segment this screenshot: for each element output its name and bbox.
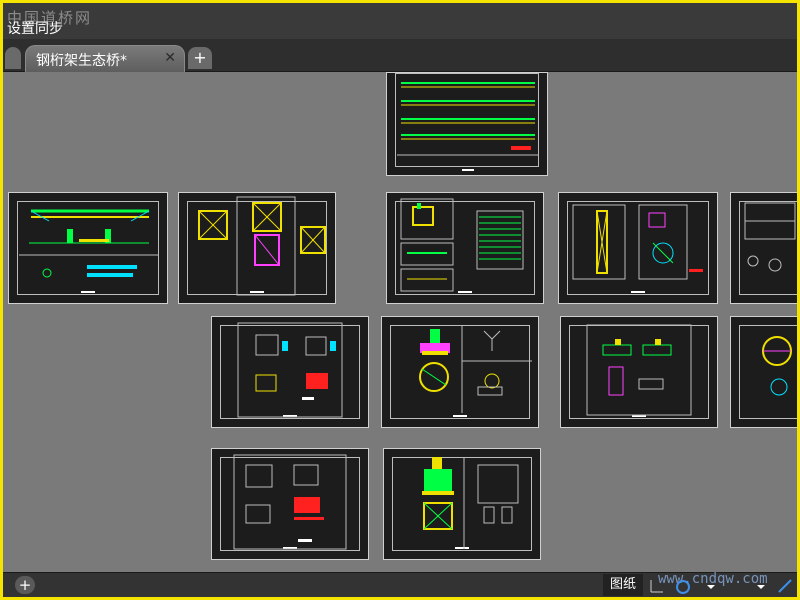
dropdown-icon[interactable] (757, 585, 765, 589)
start-tab[interactable] (5, 47, 21, 69)
layout-sheet[interactable] (178, 192, 336, 304)
close-icon[interactable]: ✕ (164, 50, 176, 66)
new-tab-button[interactable]: + (188, 47, 212, 69)
paper-space-toggle[interactable]: 图纸 (603, 574, 643, 596)
tab-label: 钢桁架生态桥* (36, 53, 127, 69)
status-bar: + 图纸 www.cndqw.com (3, 571, 797, 598)
scale-icon[interactable] (778, 579, 792, 593)
drawing-canvas[interactable] (3, 72, 797, 572)
layout-sheet[interactable] (730, 316, 797, 428)
status-icon-tray (645, 576, 795, 596)
layout-sheet[interactable] (211, 448, 369, 560)
sheet-drawing (586, 324, 692, 416)
document-tab-bar: 钢桁架生态桥* ✕ + (3, 39, 797, 72)
sheet-drawing (572, 204, 703, 280)
add-layout-button[interactable]: + (15, 576, 35, 594)
layout-sheet[interactable] (730, 192, 797, 304)
ucs-axis-icon[interactable] (650, 580, 663, 593)
top-menu-bar: 中国道桥网 设置同步 (3, 3, 797, 39)
sheet-drawing (762, 336, 792, 396)
sheet-drawing (237, 322, 343, 418)
layout-sheet[interactable] (386, 72, 548, 176)
layout-sheet[interactable] (558, 192, 718, 304)
sheet-drawing (419, 325, 532, 413)
layout-sheet[interactable] (386, 192, 544, 304)
sheet-drawing (397, 82, 539, 171)
dropdown-icon[interactable] (707, 585, 715, 589)
sheet-drawing (400, 198, 524, 292)
sheet-drawing (744, 202, 796, 272)
sheet-drawing (19, 209, 159, 278)
layout-sheet[interactable] (383, 448, 541, 560)
sheet-drawing (233, 454, 347, 550)
layout-sheet[interactable] (560, 316, 718, 428)
sheet-drawing (198, 196, 326, 296)
orbit-icon[interactable] (676, 580, 690, 594)
sheet-drawing (422, 457, 519, 549)
tab-active-drawing[interactable]: 钢桁架生态桥* ✕ (25, 45, 185, 72)
layout-sheet[interactable] (211, 316, 369, 428)
settings-sync-menu[interactable]: 设置同步 (7, 18, 63, 38)
layout-sheet[interactable] (381, 316, 539, 428)
layout-sheet[interactable] (8, 192, 168, 304)
